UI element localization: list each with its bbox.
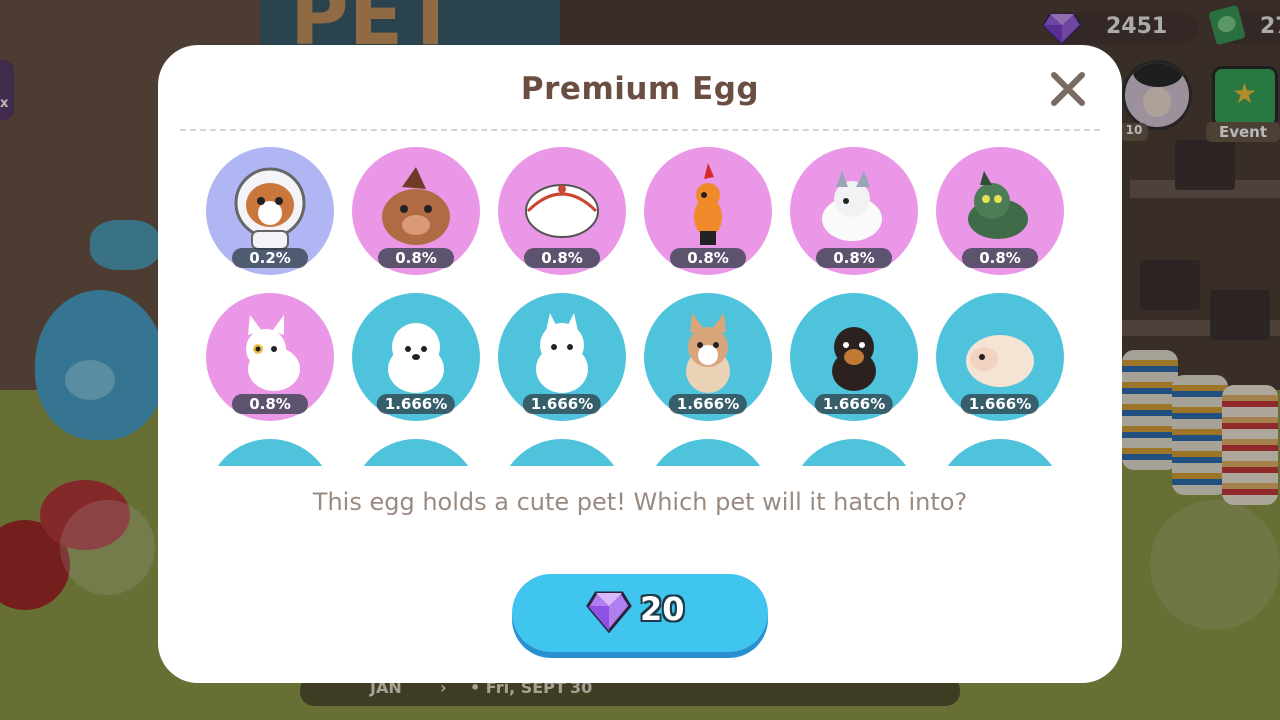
drop-chance-badge: 0.8% xyxy=(816,248,892,268)
pet-portrait xyxy=(206,439,334,466)
drop-chance-badge: 0.8% xyxy=(524,248,600,268)
drop-chance-badge: 1.666% xyxy=(960,394,1040,414)
pet-slot-ghost[interactable]: 0.8% xyxy=(498,147,626,275)
pet-slot-pet-16[interactable] xyxy=(644,439,772,466)
pet-slot-astronaut-dog[interactable]: 0.2% xyxy=(206,147,334,275)
pet-portrait xyxy=(352,439,480,466)
drop-chance-badge: 0.8% xyxy=(232,394,308,414)
pet-slot-rooster[interactable]: 0.8% xyxy=(644,147,772,275)
pet-slot-pomeranian[interactable]: 1.666% xyxy=(498,293,626,421)
pet-portrait xyxy=(498,439,626,466)
pet-portrait xyxy=(644,439,772,466)
dialog-title: Premium Egg xyxy=(520,71,760,107)
pet-slot-pet-13[interactable] xyxy=(206,439,334,466)
drop-chance-badge: 0.2% xyxy=(232,248,308,268)
pet-slot-pet-18[interactable] xyxy=(936,439,1064,466)
pet-portrait xyxy=(936,439,1064,466)
pet-slot-pet-17[interactable] xyxy=(790,439,918,466)
pet-drop-list[interactable]: 0.2% 0.8% 0.8% 0.8% 0.8% 0.8% 0.8% 1.666% 1.666%… xyxy=(198,141,1078,466)
pet-slot-corgi[interactable]: 1.666% xyxy=(644,293,772,421)
egg-description: This egg holds a cute pet! Which pet wil… xyxy=(312,488,968,516)
pet-slot-pet-14[interactable] xyxy=(352,439,480,466)
drop-chance-badge: 0.8% xyxy=(378,248,454,268)
drop-chance-badge: 1.666% xyxy=(814,394,894,414)
pet-slot-sheep[interactable]: 1.666% xyxy=(936,293,1064,421)
egg-price: 20 xyxy=(640,590,685,628)
pet-slot-maltese[interactable]: 1.666% xyxy=(352,293,480,421)
drop-chance-badge: 0.8% xyxy=(670,248,746,268)
drop-chance-badge: 1.666% xyxy=(376,394,456,414)
title-divider xyxy=(180,129,1100,131)
pet-slot-pet-15[interactable] xyxy=(498,439,626,466)
pet-slot-zombie-dog[interactable]: 0.8% xyxy=(936,147,1064,275)
drop-chance-badge: 0.8% xyxy=(962,248,1038,268)
pet-slot-dachshund[interactable]: 1.666% xyxy=(790,293,918,421)
pet-portrait xyxy=(790,439,918,466)
drop-chance-badge: 1.666% xyxy=(522,394,602,414)
pet-slot-white-cat[interactable]: 0.8% xyxy=(206,293,334,421)
drop-chance-badge: 1.666% xyxy=(668,394,748,414)
buy-egg-button[interactable]: 20 xyxy=(512,574,768,652)
premium-egg-dialog: Premium Egg 0.2% 0.8% 0.8% 0.8% 0.8% 0.8% 0.8%… xyxy=(158,45,1122,683)
gem-icon xyxy=(586,591,632,633)
pet-slot-white-wolf[interactable]: 0.8% xyxy=(790,147,918,275)
close-icon[interactable] xyxy=(1046,67,1090,111)
pet-slot-boar[interactable]: 0.8% xyxy=(352,147,480,275)
